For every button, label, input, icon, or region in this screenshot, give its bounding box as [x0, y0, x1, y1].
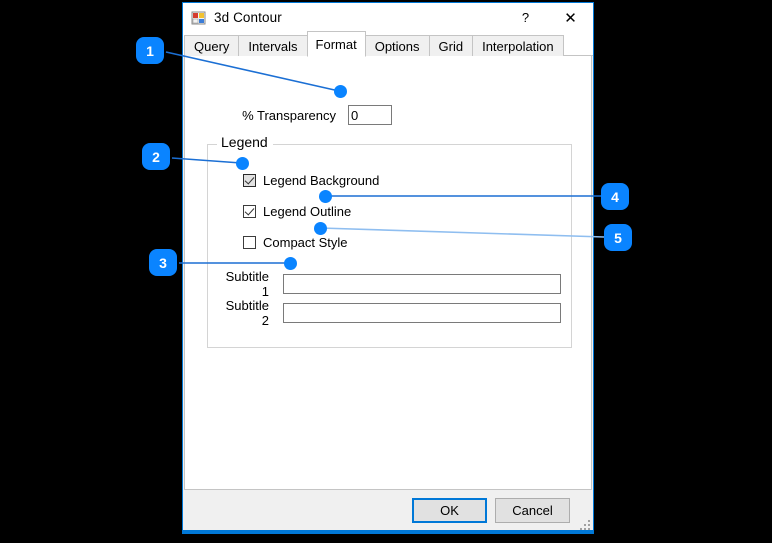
- dialog-footer: OK Cancel: [183, 490, 593, 533]
- annotation-badge-5: 5: [604, 224, 632, 251]
- subtitle-1-label: Subtitle 1: [222, 269, 283, 299]
- annotation-badge-2: 2: [142, 143, 170, 170]
- annotation-badge-3: 3: [149, 249, 177, 276]
- legend-group-box: Legend Legend Background Legend Outline …: [207, 144, 572, 348]
- form-window-icon: [191, 10, 207, 26]
- resize-grip[interactable]: [579, 519, 590, 530]
- format-tab-page: % Transparency Legend Legend Background …: [184, 56, 592, 490]
- close-button[interactable]: ✕: [548, 3, 593, 32]
- tab-strip-filler: [563, 35, 593, 56]
- subtitle-1-input[interactable]: [283, 274, 561, 294]
- compact-style-checkbox[interactable]: Compact Style: [243, 235, 348, 250]
- legend-group-title: Legend: [217, 134, 273, 150]
- annotation-badge-1: 1: [136, 37, 164, 64]
- dialog-bottom-accent: [183, 530, 593, 533]
- checkbox-label-legend-outline: Legend Outline: [263, 204, 351, 219]
- checkbox-box-compact-style[interactable]: [243, 236, 256, 249]
- subtitle-1-row: Subtitle 1: [222, 269, 561, 299]
- subtitle-2-label: Subtitle 2: [222, 298, 283, 328]
- tab-interpolation[interactable]: Interpolation: [472, 35, 564, 56]
- transparency-row: % Transparency: [223, 105, 392, 125]
- window-controls: ? ✕: [503, 3, 593, 32]
- checkbox-box-legend-background[interactable]: [243, 174, 256, 187]
- cancel-button[interactable]: Cancel: [495, 498, 570, 523]
- tab-strip: Query Intervals Format Options Grid Inte…: [183, 32, 593, 56]
- transparency-input[interactable]: [348, 105, 392, 125]
- checkbox-box-legend-outline[interactable]: [243, 205, 256, 218]
- ok-button[interactable]: OK: [412, 498, 487, 523]
- checkbox-label-legend-background: Legend Background: [263, 173, 379, 188]
- legend-outline-checkbox[interactable]: Legend Outline: [243, 204, 351, 219]
- subtitle-2-row: Subtitle 2: [222, 298, 561, 328]
- transparency-label: % Transparency: [223, 108, 348, 123]
- dialog-window: 3d Contour ? ✕ Query Intervals Format Op…: [182, 2, 594, 534]
- annotation-badge-4: 4: [601, 183, 629, 210]
- tab-options[interactable]: Options: [365, 35, 430, 56]
- checkbox-label-compact-style: Compact Style: [263, 235, 348, 250]
- subtitle-2-input[interactable]: [283, 303, 561, 323]
- title-bar: 3d Contour ? ✕: [183, 3, 593, 32]
- tab-intervals[interactable]: Intervals: [238, 35, 307, 56]
- legend-background-checkbox[interactable]: Legend Background: [243, 173, 379, 188]
- tab-query[interactable]: Query: [184, 35, 239, 56]
- help-button[interactable]: ?: [503, 3, 548, 32]
- tab-format[interactable]: Format: [307, 31, 366, 57]
- tab-grid[interactable]: Grid: [429, 35, 474, 56]
- window-title: 3d Contour: [214, 10, 282, 25]
